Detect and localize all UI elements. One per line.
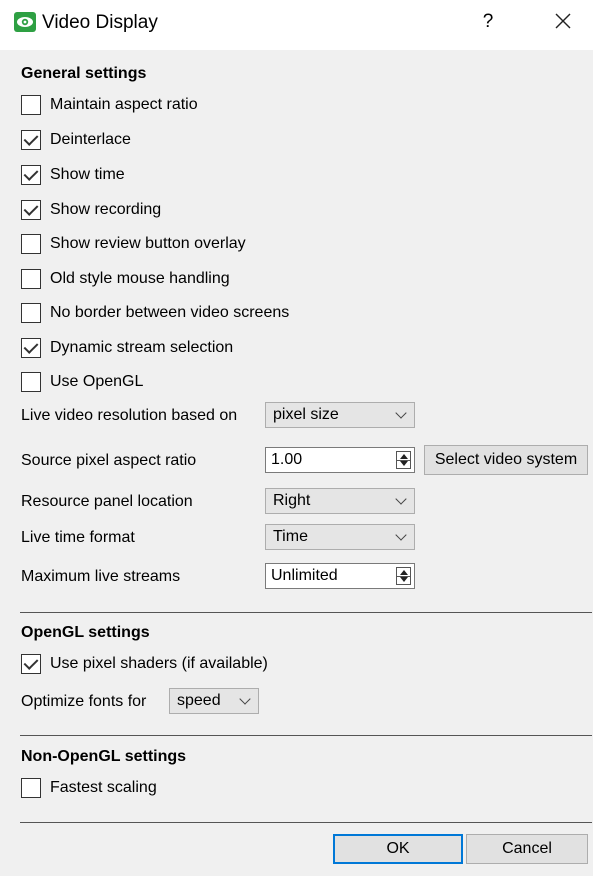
live-resolution-select[interactable]: pixel size (265, 402, 415, 428)
checkbox-box[interactable] (21, 95, 41, 115)
checkbox-label: Use OpenGL (50, 373, 144, 390)
live-resolution-label: Live video resolution based on (21, 407, 238, 424)
chevron-down-icon (395, 529, 407, 541)
checkbox-box[interactable] (21, 372, 41, 392)
spin-up-icon[interactable] (400, 570, 408, 575)
max-streams-spinbox[interactable]: Unlimited (265, 563, 415, 589)
max-streams-value: Unlimited (271, 567, 338, 584)
general-settings-heading: General settings (21, 65, 147, 82)
fastest-scaling-checkbox[interactable]: Fastest scaling (21, 777, 157, 799)
checkbox-label: Show time (50, 166, 125, 183)
pixel-aspect-spinbox[interactable]: 1.00 (265, 447, 415, 473)
checkbox-label: Dynamic stream selection (50, 339, 234, 356)
spin-down-icon[interactable] (400, 461, 408, 466)
checkbox-label: Deinterlace (50, 131, 131, 148)
show-time-checkbox[interactable]: Show time (21, 164, 125, 186)
deinterlace-checkbox[interactable]: Deinterlace (21, 129, 131, 151)
old-style-mouse-handling-checkbox[interactable]: Old style mouse handling (21, 268, 230, 290)
pixel-aspect-label: Source pixel aspect ratio (21, 452, 197, 469)
pixel-aspect-value: 1.00 (271, 451, 303, 468)
optimize-fonts-label: Optimize fonts for (21, 693, 147, 710)
chevron-down-icon (395, 493, 407, 505)
show-recording-checkbox[interactable]: Show recording (21, 199, 161, 221)
optimize-fonts-value: speed (177, 692, 221, 709)
chevron-down-icon (395, 407, 407, 419)
close-icon[interactable] (550, 8, 576, 34)
checkbox-box[interactable] (21, 654, 41, 674)
maintain-aspect-ratio-checkbox[interactable]: Maintain aspect ratio (21, 94, 198, 116)
opengl-settings-heading: OpenGL settings (21, 624, 150, 641)
spin-up-icon[interactable] (400, 454, 408, 459)
checkbox-box[interactable] (21, 200, 41, 220)
spin-buttons[interactable] (396, 451, 411, 469)
checkbox-label: Show recording (50, 201, 162, 218)
spin-buttons[interactable] (396, 567, 411, 585)
chevron-down-icon (239, 693, 251, 705)
live-time-format-label: Live time format (21, 529, 135, 546)
checkbox-box[interactable] (21, 165, 41, 185)
window-title: Video Display (42, 12, 158, 33)
resource-panel-label: Resource panel location (21, 493, 193, 510)
footer-divider (20, 822, 592, 823)
spin-down-icon[interactable] (400, 577, 408, 582)
checkbox-label: No border between video screens (50, 304, 290, 321)
dynamic-stream-selection-checkbox[interactable]: Dynamic stream selection (21, 337, 233, 359)
checkbox-label: Show review button overlay (50, 235, 246, 252)
live-resolution-value: pixel size (273, 406, 339, 423)
checkbox-box[interactable] (21, 778, 41, 798)
use-opengl-checkbox[interactable]: Use OpenGL (21, 371, 143, 393)
section-divider (20, 735, 592, 736)
pixel-shaders-checkbox[interactable]: Use pixel shaders (if available) (21, 653, 268, 675)
checkbox-box[interactable] (21, 234, 41, 254)
checkbox-label: Use pixel shaders (if available) (50, 655, 268, 672)
checkbox-label: Maintain aspect ratio (50, 96, 198, 113)
help-button[interactable]: ? (478, 11, 498, 33)
cancel-button[interactable]: Cancel (466, 834, 588, 864)
live-time-format-value: Time (273, 528, 308, 545)
checkbox-box[interactable] (21, 269, 41, 289)
max-streams-label: Maximum live streams (21, 568, 181, 585)
optimize-fonts-select[interactable]: speed (169, 688, 259, 714)
checkbox-label: Old style mouse handling (50, 270, 230, 287)
resource-panel-value: Right (273, 492, 311, 509)
select-video-system-button[interactable]: Select video system (424, 445, 588, 475)
title-bar: Video Display ? (0, 0, 593, 50)
checkbox-box[interactable] (21, 338, 41, 358)
no-border-checkbox[interactable]: No border between video screens (21, 302, 289, 324)
non-opengl-settings-heading: Non-OpenGL settings (21, 748, 187, 765)
live-time-format-select[interactable]: Time (265, 524, 415, 550)
checkbox-label: Fastest scaling (50, 779, 157, 796)
checkbox-box[interactable] (21, 303, 41, 323)
section-divider (20, 612, 592, 613)
checkbox-box[interactable] (21, 130, 41, 150)
resource-panel-select[interactable]: Right (265, 488, 415, 514)
eye-icon (14, 12, 36, 32)
show-review-button-overlay-checkbox[interactable]: Show review button overlay (21, 233, 246, 255)
ok-button[interactable]: OK (333, 834, 463, 864)
